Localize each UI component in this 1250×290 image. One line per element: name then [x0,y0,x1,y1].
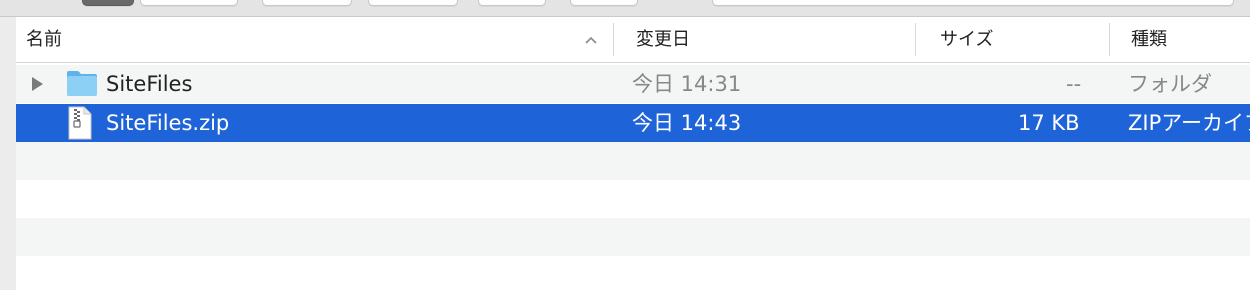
file-name: SiteFiles.zip [106,111,230,135]
list-item-sitefiles-folder[interactable]: SiteFiles 今日 14:31 -- フォルダ [16,65,1250,103]
empty-row [16,180,1250,218]
list-header: 名前 変更日 サイズ 種類 [16,17,1250,63]
tag-button[interactable] [570,0,638,6]
toolbar [0,0,1250,17]
file-kind: フォルダ [1128,72,1212,96]
file-name: SiteFiles [106,72,193,96]
folder-icon [67,71,97,96]
share-button[interactable] [478,0,546,6]
empty-row [16,142,1250,180]
empty-row [16,218,1250,256]
column-separator[interactable] [1109,23,1110,56]
empty-row [16,256,1250,290]
file-kind: ZIPアーカイブ [1128,111,1250,135]
column-header-name[interactable]: 名前 [26,17,62,62]
column-header-size[interactable]: サイズ [940,17,993,62]
file-size: -- [1066,72,1082,96]
view-mode-button[interactable] [140,0,238,6]
column-header-date[interactable]: 変更日 [636,17,690,62]
view-mode-list-button[interactable] [82,0,134,6]
file-size: 17 KB [1018,111,1080,135]
file-list: 名前 変更日 サイズ 種類 SiteFiles 今日 14:31 -- フォルダ [16,17,1250,290]
column-header-kind[interactable]: 種類 [1131,17,1167,62]
list-item-sitefiles-zip[interactable]: SiteFiles.zip 今日 14:43 17 KB ZIPアーカイブ [16,104,1250,142]
column-separator[interactable] [915,23,916,56]
arrange-button[interactable] [262,0,352,6]
modified-date: 今日 14:43 [632,111,742,135]
disclosure-triangle-icon[interactable] [30,76,44,92]
column-separator[interactable] [613,23,614,56]
zip-file-icon [68,106,92,140]
search-field[interactable] [712,0,1234,6]
action-button[interactable] [368,0,458,6]
sort-ascending-icon[interactable] [582,31,600,49]
modified-date: 今日 14:31 [632,72,742,96]
finder-window: 名前 変更日 サイズ 種類 SiteFiles 今日 14:31 -- フォルダ [0,0,1250,290]
